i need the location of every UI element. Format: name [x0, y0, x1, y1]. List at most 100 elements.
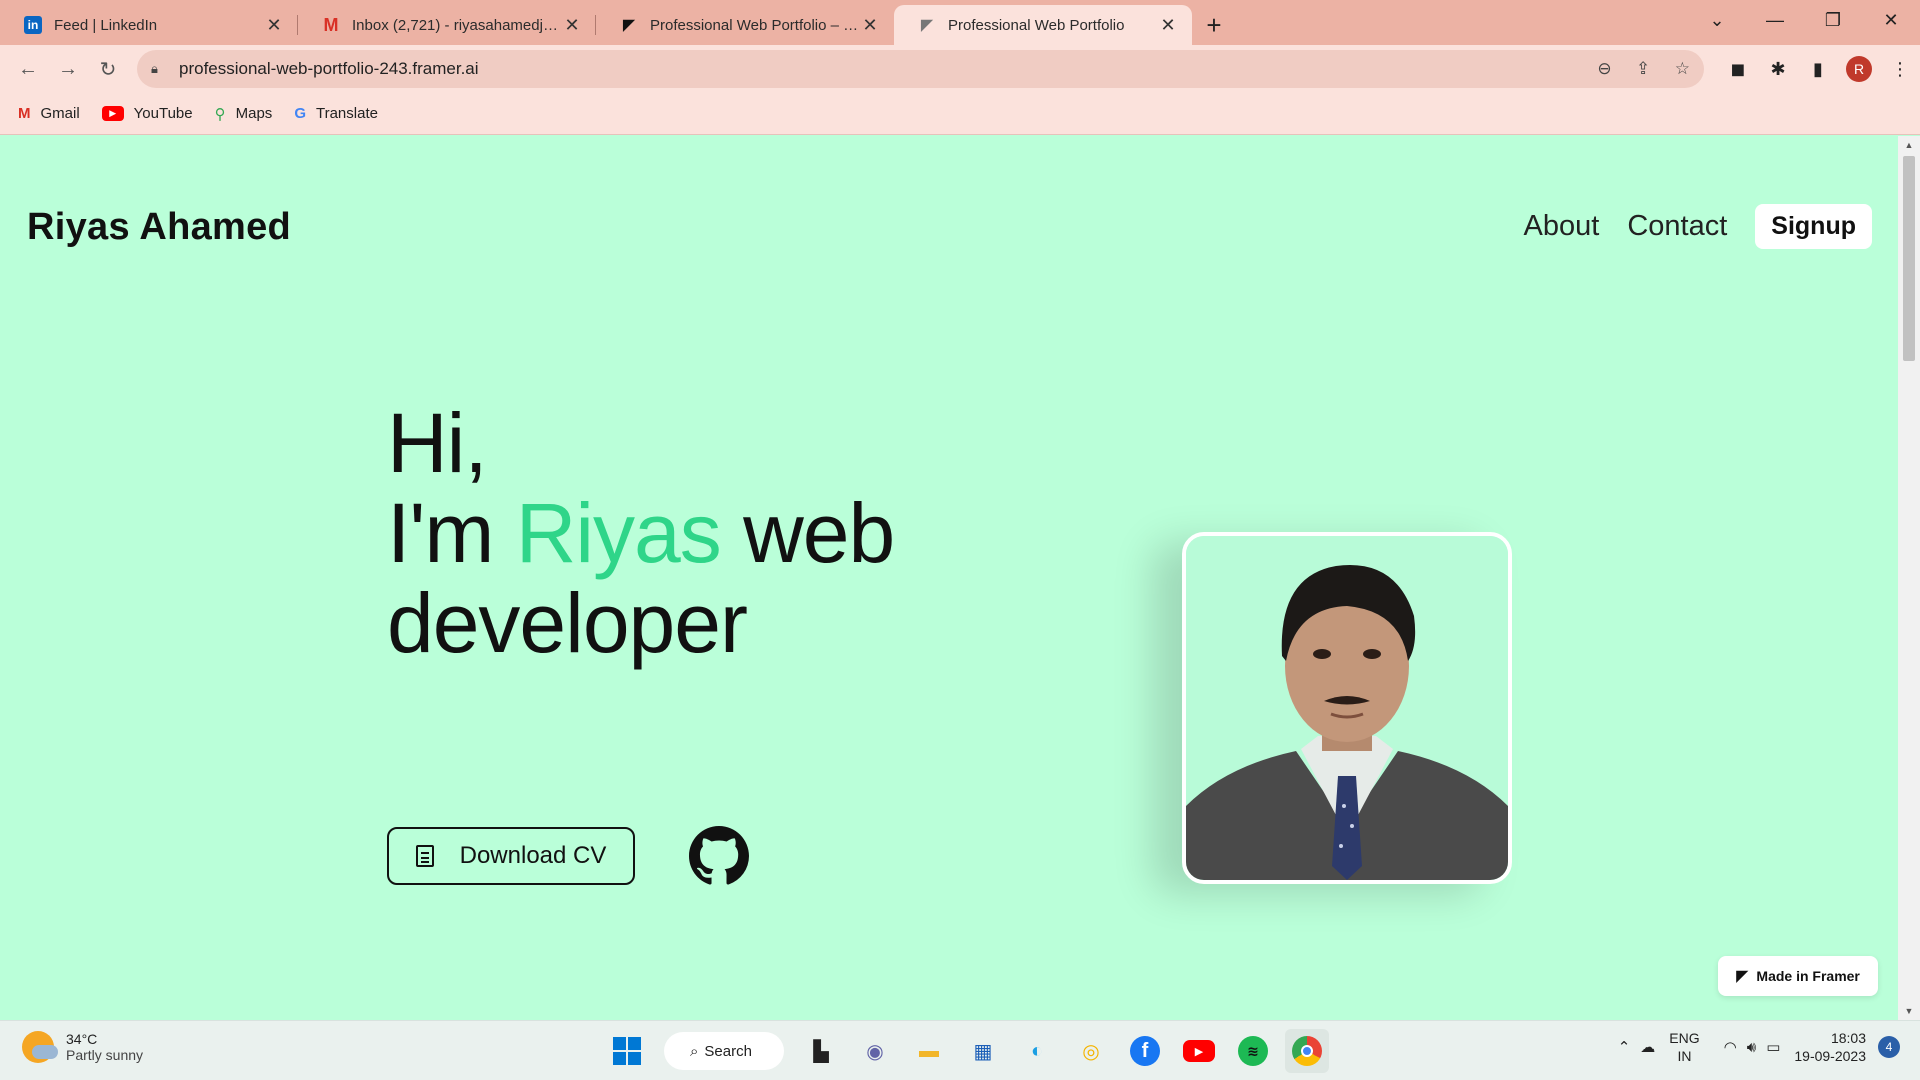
- windows-icon: [613, 1037, 641, 1065]
- system-tray: ⌃ ☁ ENG IN ◠ 🔊︎ ▭ 18:03 19-09-2023 4: [1608, 1029, 1900, 1065]
- download-cv-button[interactable]: Download CV: [387, 827, 635, 885]
- scrollbar-thumb[interactable]: [1903, 156, 1915, 361]
- lock-icon[interactable]: 🔒︎: [151, 61, 171, 77]
- back-icon[interactable]: ←: [8, 58, 48, 81]
- bookmark-translate[interactable]: G Translate: [294, 105, 378, 122]
- scroll-up-arrow-icon[interactable]: ▲: [1898, 140, 1920, 150]
- share-icon[interactable]: ⇪: [1636, 59, 1650, 78]
- store-icon[interactable]: ▦: [961, 1029, 1005, 1073]
- language-indicator[interactable]: ENG IN: [1669, 1029, 1699, 1065]
- hero-actions: Download CV: [387, 826, 749, 886]
- close-icon[interactable]: ✕: [1158, 15, 1178, 36]
- weather-widget[interactable]: 34°C Partly sunny: [22, 1031, 143, 1063]
- close-icon[interactable]: ✕: [562, 15, 582, 36]
- partly-sunny-icon: [22, 1031, 58, 1063]
- bookmark-label: YouTube: [133, 105, 193, 122]
- web-page: Riyas Ahamed About Contact Signup Hi, I'…: [0, 136, 1898, 1020]
- hero-heading: Hi, I'm Riyas web developer: [387, 396, 895, 668]
- tab-framer-editor[interactable]: ◤ Professional Web Portfolio – Fran ✕: [596, 5, 894, 45]
- extensions-area: ◼ ✱ ▮ R ⋮: [1718, 45, 1920, 93]
- onedrive-icon[interactable]: ☁: [1640, 1038, 1655, 1056]
- toolbar: ← → ↻ 🔒︎ professional-web-portfolio-243.…: [0, 45, 1920, 93]
- teams-chat-icon[interactable]: ◉: [853, 1029, 897, 1073]
- framer-icon: ◤: [920, 17, 934, 34]
- close-icon[interactable]: ✕: [264, 15, 284, 36]
- portrait-illustration: [1186, 536, 1508, 880]
- tab-title: Professional Web Portfolio: [948, 16, 1125, 34]
- start-button[interactable]: [605, 1029, 649, 1073]
- nav-contact-link[interactable]: Contact: [1627, 210, 1727, 243]
- gmail-icon: M: [323, 14, 339, 35]
- bookmark-star-icon[interactable]: ☆: [1675, 59, 1690, 78]
- reload-icon[interactable]: ↻: [88, 57, 128, 82]
- close-icon[interactable]: ✕: [860, 15, 880, 36]
- address-bar[interactable]: 🔒︎ professional-web-portfolio-243.framer…: [137, 50, 1704, 88]
- bookmark-gmail[interactable]: M Gmail: [18, 105, 80, 122]
- volume-icon[interactable]: 🔊︎: [1747, 1039, 1756, 1056]
- hero-line-2-pre: I'm: [387, 486, 516, 580]
- omnibox-actions: ⊖ ⇪ ☆: [1577, 59, 1690, 79]
- tab-search-icon[interactable]: ⌄: [1688, 10, 1746, 31]
- linkedin-icon: in: [24, 16, 42, 34]
- file-explorer-icon[interactable]: ▬: [907, 1029, 951, 1073]
- weather-desc: Partly sunny: [66, 1047, 144, 1063]
- bookmark-label: Translate: [315, 105, 378, 122]
- youtube-app-icon[interactable]: ▶: [1177, 1029, 1221, 1073]
- close-window-icon[interactable]: ✕: [1862, 10, 1920, 31]
- hero-line-2-post: web: [720, 486, 895, 580]
- zoom-icon[interactable]: ⊖: [1597, 59, 1611, 78]
- maps-icon: ⚲: [214, 105, 226, 123]
- search-label: Search: [704, 1042, 752, 1060]
- windows-taskbar: 34°C Partly sunny ⌕ Search ▙ ◉ ▬ ▦ ◐ ◎ f…: [0, 1020, 1920, 1080]
- bookmark-label: Gmail: [40, 105, 80, 122]
- tab-linkedin[interactable]: in Feed | LinkedIn ✕: [0, 5, 298, 45]
- battery-icon[interactable]: ▭: [1766, 1038, 1780, 1056]
- bookmark-maps[interactable]: ⚲ Maps: [215, 105, 273, 123]
- bookmark-label: Maps: [235, 105, 273, 122]
- clock[interactable]: 18:03 19-09-2023: [1794, 1029, 1866, 1065]
- document-icon: [415, 845, 434, 867]
- nav-about-link[interactable]: About: [1524, 210, 1600, 243]
- lang-region: IN: [1677, 1048, 1692, 1064]
- github-icon[interactable]: [689, 826, 749, 886]
- chevron-up-icon[interactable]: ⌃: [1618, 1038, 1631, 1056]
- bookmark-youtube[interactable]: ▶ YouTube: [101, 105, 193, 122]
- lang-code: ENG: [1669, 1030, 1700, 1046]
- url-text[interactable]: professional-web-portfolio-243.framer.ai: [179, 59, 1577, 79]
- facebook-icon[interactable]: f: [1123, 1029, 1167, 1073]
- kebab-menu-icon[interactable]: ⋮: [1880, 59, 1920, 80]
- tab-title: Professional Web Portfolio – Fran: [650, 16, 860, 34]
- scroll-down-arrow-icon[interactable]: ▼: [1898, 1006, 1920, 1016]
- new-tab-button[interactable]: +: [1192, 5, 1236, 45]
- restore-icon[interactable]: ❐: [1804, 10, 1862, 31]
- chrome-canary-icon[interactable]: ◎: [1069, 1029, 1113, 1073]
- site-brand[interactable]: Riyas Ahamed: [27, 206, 291, 249]
- search-icon: ⌕: [690, 1042, 699, 1060]
- badge-label: Made in Framer: [1756, 968, 1860, 984]
- puzzle-icon[interactable]: ✱: [1758, 59, 1798, 80]
- made-in-framer-badge[interactable]: ◤ Made in Framer: [1718, 956, 1878, 996]
- side-panel-icon[interactable]: ▮: [1798, 59, 1838, 80]
- page-scrollbar[interactable]: ▲ ▼: [1898, 136, 1920, 1020]
- tab-gmail[interactable]: M Inbox (2,721) - riyasahamedj03@ ✕: [298, 5, 596, 45]
- spotify-icon[interactable]: ≋: [1231, 1029, 1275, 1073]
- tab-portfolio-active[interactable]: ◤ Professional Web Portfolio ✕: [894, 5, 1192, 45]
- profile-avatar[interactable]: R: [1846, 56, 1872, 82]
- forward-icon[interactable]: →: [48, 58, 88, 81]
- framer-extension-icon[interactable]: ◼: [1718, 59, 1758, 80]
- clock-date: 19-09-2023: [1794, 1048, 1866, 1064]
- hero-line-2: I'm Riyas web: [387, 486, 895, 580]
- edge-icon[interactable]: ◐: [1015, 1029, 1059, 1073]
- hero-line-1: Hi,: [387, 396, 488, 490]
- clock-time: 18:03: [1830, 1030, 1866, 1046]
- chrome-icon[interactable]: [1285, 1029, 1329, 1073]
- translate-icon: G: [294, 105, 306, 122]
- tab-title: Inbox (2,721) - riyasahamedj03@: [352, 16, 562, 34]
- minimize-icon[interactable]: —: [1746, 10, 1804, 31]
- site-nav: About Contact Signup: [1524, 204, 1872, 249]
- task-view-icon[interactable]: ▙: [799, 1029, 843, 1073]
- signup-button[interactable]: Signup: [1755, 204, 1872, 249]
- wifi-icon[interactable]: ◠: [1724, 1038, 1737, 1056]
- notification-count[interactable]: 4: [1878, 1036, 1900, 1058]
- taskbar-search[interactable]: ⌕ Search: [664, 1032, 784, 1070]
